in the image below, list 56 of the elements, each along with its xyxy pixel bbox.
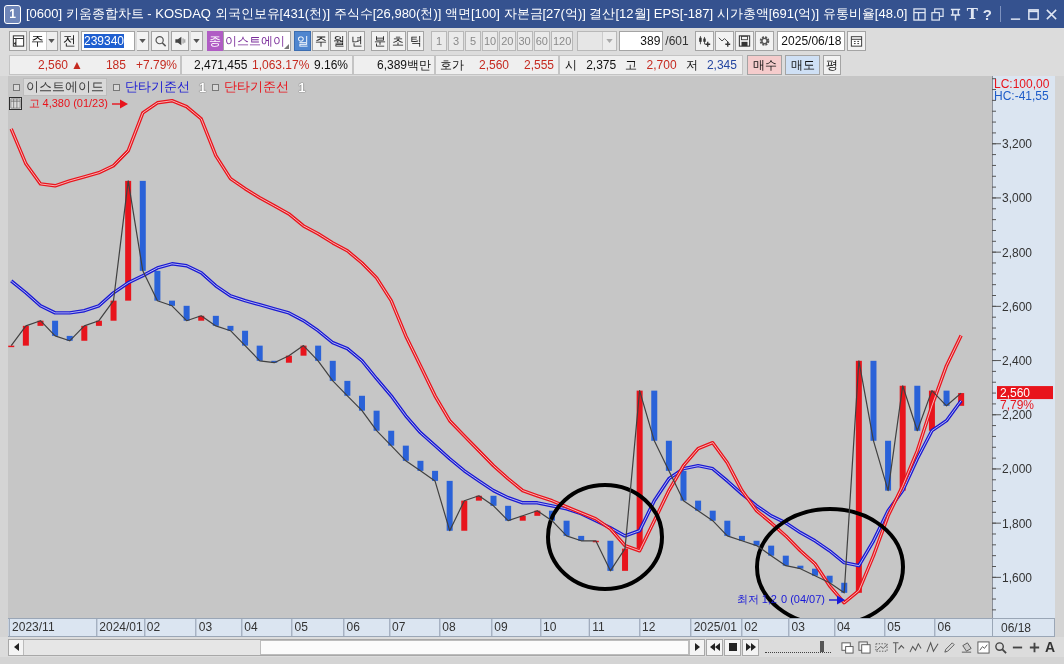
bid-ask-label: 호가	[440, 56, 464, 74]
open-label: 시	[565, 56, 577, 74]
date-axis-label: 09	[491, 619, 509, 636]
open-value: 2,375	[586, 58, 617, 72]
market-badge: 종	[207, 31, 223, 51]
price-annotation: 고 4,380 (01/23)	[28, 96, 108, 111]
price-axis-label: 2,400	[1002, 354, 1033, 369]
price-annotation: 0 (04/07)	[780, 592, 825, 607]
price-axis-label: 2,000	[1002, 462, 1033, 477]
date-axis-label: 05	[884, 619, 902, 636]
date-axis-label: 11	[589, 619, 606, 636]
date-axis-label: 12	[639, 619, 657, 636]
date-axis-label: 07	[389, 619, 407, 636]
volume-rate: 1,063.17%	[252, 58, 310, 72]
date-axis-label: 02	[741, 619, 759, 636]
price-axis-label: 3,200	[1002, 137, 1033, 152]
price-value: 2,560	[38, 58, 69, 72]
last-price-marker: 2,560	[997, 386, 1053, 401]
date-axis-label: 2023/11	[9, 619, 56, 636]
date-axis-label: 06	[934, 619, 952, 636]
date-axis-label: 04	[833, 619, 852, 636]
lc-value: LC:100,00	[994, 77, 1050, 91]
date-axis-label: 04	[241, 619, 259, 636]
low-value: 2,345	[706, 58, 737, 72]
amount-value: 6,389백만	[376, 56, 431, 74]
date-axis-label: 03	[788, 619, 806, 636]
date-axis-label: 2024/01	[96, 619, 144, 636]
change-value: 185	[105, 58, 126, 72]
date-axis-label: 06	[343, 619, 361, 636]
date-axis-label: 03	[195, 619, 214, 636]
date-axis-label: 2025/01	[690, 619, 738, 636]
volume-value: 2,471,455	[194, 58, 248, 72]
bid-price: 2,555	[523, 58, 554, 72]
price-axis-label: 2,800	[1002, 245, 1033, 260]
date-axis-label: 08	[439, 619, 457, 636]
direction-mark: ▲	[71, 58, 83, 72]
date-axis-label: 02	[143, 619, 162, 636]
ask-price: 2,560	[478, 58, 509, 72]
price-axis-label: 2,600	[1002, 299, 1033, 314]
hc-value: HC:-41,55	[994, 89, 1049, 103]
change-rate: +7.79%	[135, 58, 177, 72]
date-axis-label: 10	[540, 619, 558, 636]
price-axis-label: 1,800	[1002, 516, 1033, 531]
price-axis-label: 3,000	[1002, 191, 1033, 206]
high-value: 2,700	[646, 58, 677, 72]
cursor-date-label: 06/18	[1001, 620, 1032, 635]
turnover-value: 9.16%	[313, 58, 348, 72]
legend-parameter: 1	[298, 79, 306, 95]
price-axis-label: 1,600	[1002, 570, 1033, 585]
high-label: 고	[625, 56, 638, 74]
window-number: 1	[4, 4, 21, 24]
low-label: 저	[685, 56, 698, 74]
window-title: [0600] 키움종합차트 - KOSDAQ 외국인보유[431(천)] 주식수[26,980(천)] 액면[100] 자본금[27(억)] 결산[12월] EPS[-187] 시가총액[691(억)] 유통비율[48.0]	[26, 5, 908, 23]
count-total: /601	[665, 34, 690, 48]
date-axis-label: 05	[291, 619, 309, 636]
legend-parameter: 1	[199, 79, 207, 95]
